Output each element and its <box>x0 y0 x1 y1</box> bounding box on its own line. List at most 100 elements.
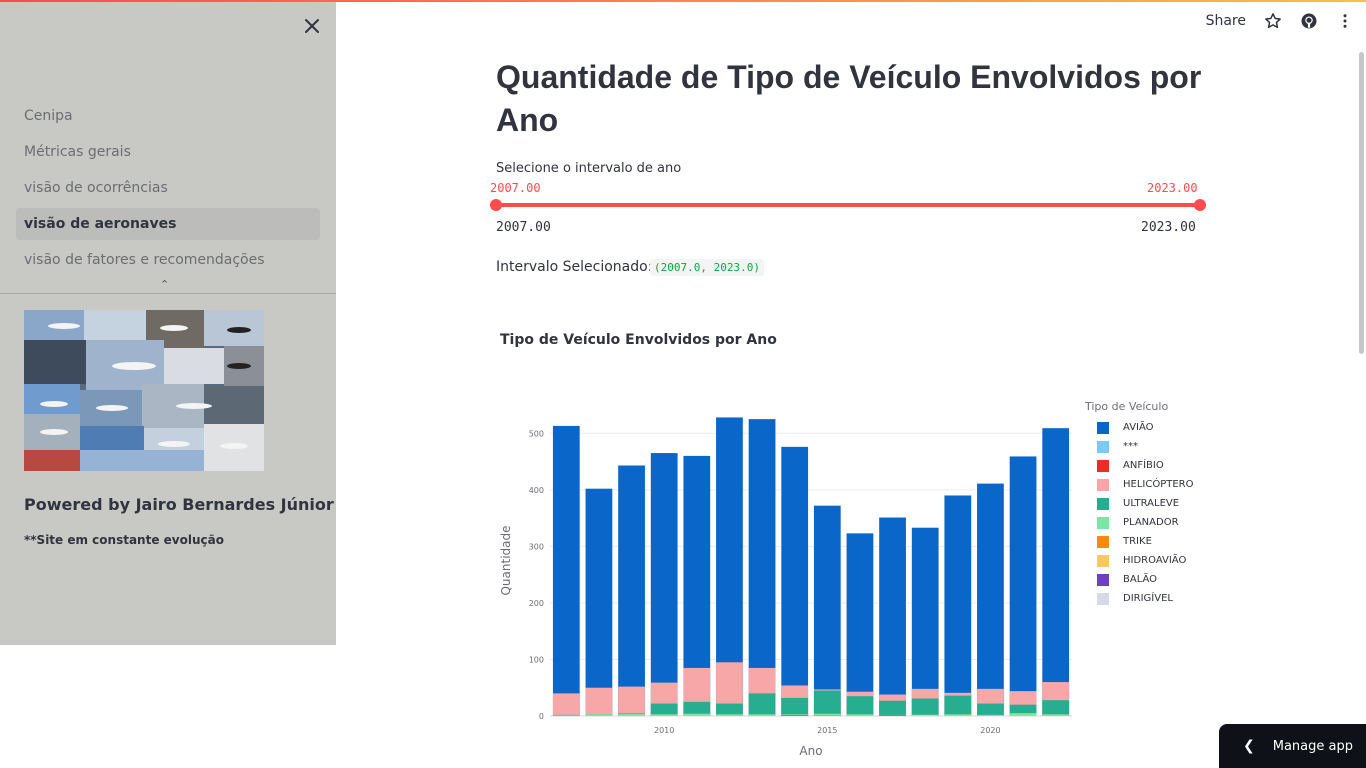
slider-high-value: 2023.00 <box>1147 181 1198 195</box>
year-range-slider-track[interactable] <box>496 203 1200 207</box>
manage-app-label: Manage app <box>1272 738 1353 754</box>
bar[interactable] <box>1042 700 1070 716</box>
y-tick-label: 100 <box>529 655 544 664</box>
bar[interactable] <box>977 703 1004 716</box>
bar[interactable] <box>977 714 1004 716</box>
bar[interactable] <box>813 715 841 716</box>
bar[interactable] <box>683 713 711 716</box>
legend-item[interactable]: AVIÃO <box>1085 418 1194 437</box>
bar[interactable] <box>618 686 645 716</box>
legend-item[interactable]: ANFÍBIO <box>1085 456 1194 475</box>
slider-low-value: 2007.00 <box>490 181 541 195</box>
manage-app-button[interactable]: ❮ Manage app <box>1219 724 1366 768</box>
legend-item[interactable]: TRIKE <box>1085 532 1194 551</box>
slider-max-label: 2023.00 <box>1141 220 1196 235</box>
legend-item[interactable]: *** <box>1085 437 1194 456</box>
bar[interactable] <box>748 714 776 716</box>
close-icon[interactable] <box>300 14 324 38</box>
bar[interactable] <box>911 714 939 716</box>
legend-item[interactable]: BALÃO <box>1085 570 1194 589</box>
slider-low-thumb[interactable] <box>490 199 502 211</box>
legend-swatch <box>1097 478 1109 491</box>
bar[interactable] <box>650 453 678 716</box>
bar[interactable] <box>846 714 874 716</box>
legend-swatch <box>1097 459 1109 472</box>
y-tick-label: 300 <box>529 542 544 551</box>
bar[interactable] <box>748 693 776 716</box>
star-icon[interactable] <box>1264 12 1282 30</box>
bar[interactable] <box>977 483 1004 716</box>
github-icon[interactable] <box>1300 12 1318 30</box>
legend-label: ULTRALEVE <box>1123 498 1180 509</box>
bar[interactable] <box>552 425 580 716</box>
x-axis-label: Ano <box>799 744 822 758</box>
y-axis-label: Quantidade <box>499 525 513 595</box>
bar[interactable] <box>813 690 841 716</box>
legend-title: Tipo de Veículo <box>1085 400 1169 413</box>
bar[interactable] <box>650 703 678 716</box>
legend-swatch <box>1097 554 1109 567</box>
bar[interactable] <box>1042 428 1070 716</box>
sidebar-item-aeronaves[interactable]: visão de aeronaves <box>16 208 320 240</box>
bar[interactable] <box>618 465 645 716</box>
bar[interactable] <box>944 495 972 716</box>
bar[interactable] <box>879 715 906 716</box>
bar[interactable] <box>781 715 809 716</box>
legend-swatch <box>1097 592 1109 605</box>
aircraft-collage-image <box>24 310 264 471</box>
bar[interactable] <box>618 713 645 716</box>
sidebar-nav: Cenipa Métricas gerais visão de ocorrênc… <box>16 100 320 280</box>
legend-swatch <box>1097 421 1109 434</box>
bar[interactable] <box>813 505 841 716</box>
bar[interactable] <box>1009 713 1037 716</box>
bar[interactable] <box>781 697 809 716</box>
bar[interactable] <box>585 687 613 716</box>
bar[interactable] <box>879 517 906 716</box>
bar[interactable] <box>1009 456 1037 716</box>
legend-swatch <box>1097 440 1109 453</box>
bar[interactable] <box>585 714 613 716</box>
bar[interactable] <box>552 715 580 716</box>
header-actions: Share <box>1206 12 1354 30</box>
legend-swatch <box>1097 535 1109 548</box>
slider-label: Selecione o intervalo de ano <box>496 161 682 176</box>
interval-value: (2007.0, 2023.0) <box>650 259 764 276</box>
chart-title: Tipo de Veículo Envolvidos por Ano <box>500 332 777 348</box>
legend-swatch <box>1097 573 1109 586</box>
bar[interactable] <box>911 698 939 716</box>
bar[interactable] <box>552 693 580 716</box>
y-tick-label: 0 <box>539 712 544 721</box>
bar[interactable] <box>650 714 678 716</box>
bar[interactable] <box>846 533 874 716</box>
legend-item[interactable]: PLANADOR <box>1085 513 1194 532</box>
bar[interactable] <box>846 696 874 716</box>
sidebar-item-cenipa[interactable]: Cenipa <box>16 100 320 132</box>
bar[interactable] <box>781 446 809 716</box>
bar[interactable] <box>911 527 939 716</box>
more-options-icon[interactable] <box>1336 12 1354 30</box>
x-tick-label: 2015 <box>817 726 837 735</box>
share-button[interactable]: Share <box>1206 13 1246 29</box>
sidebar-item-metricas-gerais[interactable]: Métricas gerais <box>16 136 320 168</box>
main-scrollbar[interactable] <box>1359 52 1364 354</box>
legend-item[interactable]: HIDROAVIÃO <box>1085 551 1194 570</box>
bar[interactable] <box>879 700 906 716</box>
bar[interactable] <box>1042 714 1070 716</box>
legend-label: HIDROAVIÃO <box>1123 555 1187 566</box>
site-note: **Site em constante evolução <box>24 533 224 547</box>
legend-item[interactable]: DIRIGÍVEL <box>1085 589 1194 608</box>
slider-high-thumb[interactable] <box>1194 199 1206 211</box>
sidebar-item-ocorrencias[interactable]: visão de ocorrências <box>16 172 320 204</box>
sidebar: Cenipa Métricas gerais visão de ocorrênc… <box>0 0 336 645</box>
legend-label: DIRIGÍVEL <box>1123 593 1173 604</box>
bar[interactable] <box>716 714 743 716</box>
bar[interactable] <box>716 703 743 716</box>
legend-item[interactable]: ULTRALEVE <box>1085 494 1194 513</box>
x-tick-label: 2010 <box>654 726 674 735</box>
legend-item[interactable]: HELICÓPTERO <box>1085 475 1194 494</box>
collapse-nav-icon[interactable]: ⌃ <box>160 278 169 291</box>
bar[interactable] <box>944 695 972 716</box>
bar[interactable] <box>944 715 972 716</box>
sidebar-item-fatores[interactable]: visão de fatores e recomendações <box>16 244 320 276</box>
bar[interactable] <box>585 488 613 716</box>
